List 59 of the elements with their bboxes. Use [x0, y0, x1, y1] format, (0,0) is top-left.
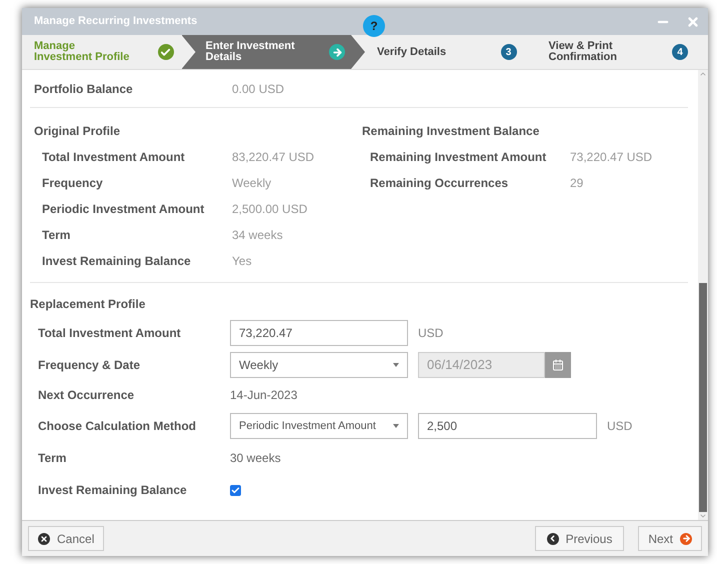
close-icon: [38, 532, 50, 544]
field-label: Next Occurrence: [38, 387, 136, 404]
step-label: Manage Investment Profile: [34, 41, 130, 63]
cancel-button[interactable]: Cancel: [28, 526, 104, 551]
step-label: Verify Details: [377, 46, 448, 58]
step-label: Enter Investment Details: [206, 41, 296, 63]
field-label: Choose Calculation Method: [38, 418, 198, 435]
checkbox[interactable]: [230, 484, 241, 496]
field-value: 14-Jun-2023: [230, 387, 298, 404]
dropdown-arrow-icon: [393, 424, 399, 428]
currency-label: USD: [418, 325, 444, 342]
step-label: View & Print Confirmation: [548, 41, 618, 63]
check-icon: [158, 44, 174, 60]
amount-field[interactable]: 2,500: [418, 413, 597, 439]
step-number: 3: [500, 44, 516, 60]
window-title: Manage Recurring Investments: [34, 14, 198, 30]
field-label: Invest Remaining Balance: [38, 482, 188, 499]
field-label: Term: [38, 450, 68, 467]
field-label: Total Investment Amount: [38, 325, 182, 342]
amount-field[interactable]: 73,220.47: [230, 320, 408, 346]
chevron-left-icon: [546, 532, 559, 544]
field-label: Invest Remaining Balance: [42, 253, 192, 270]
next-button[interactable]: Next: [638, 526, 702, 551]
field-label: Total Investment Amount: [42, 149, 186, 166]
field-label: Periodic Investment Amount: [42, 201, 206, 218]
field-value: Weekly: [232, 175, 272, 192]
scrollbar[interactable]: [698, 70, 708, 520]
arrow-right-icon: [680, 532, 692, 544]
currency-label: USD: [607, 418, 632, 435]
calculation-method-dropdown[interactable]: Periodic Investment Amount: [230, 413, 408, 439]
field-label: Frequency: [42, 175, 104, 192]
field-value: 73,220.47 USD: [570, 149, 652, 166]
field-value: 30 weeks: [230, 450, 281, 467]
field-label: Original Profile: [34, 123, 122, 140]
field-label: Remaining Occurrences: [370, 175, 510, 192]
field-label: Term: [42, 227, 72, 244]
calendar-button[interactable]: [545, 352, 571, 378]
calendar-icon: [552, 359, 564, 371]
step-number: 4: [672, 44, 688, 60]
close-icon[interactable]: [686, 14, 700, 28]
arrow-right-icon: [329, 44, 345, 60]
field-value: 34 weeks: [232, 227, 283, 244]
scroll-up-icon[interactable]: [699, 70, 707, 78]
date-field: 06/14/2023: [418, 352, 545, 378]
previous-button[interactable]: Previous: [534, 526, 624, 551]
dropdown-arrow-icon: [393, 363, 399, 367]
field-value: Yes: [232, 253, 252, 270]
field-value: 83,220.47 USD: [232, 149, 314, 166]
frequency-dropdown[interactable]: Weekly: [230, 352, 408, 378]
field-label: Replacement Profile: [30, 296, 146, 313]
field-label: Remaining Investment Balance: [362, 123, 540, 140]
field-label: Portfolio Balance: [34, 80, 134, 98]
field-label: Frequency & Date: [38, 357, 142, 374]
field-value: 2,500.00 USD: [232, 201, 308, 218]
field-value: 0.00 USD: [232, 80, 284, 98]
help-button[interactable]: ?: [363, 15, 385, 37]
scroll-down-icon[interactable]: [699, 512, 707, 520]
field-label: Remaining Investment Amount: [370, 149, 548, 166]
field-value: 29: [570, 175, 584, 192]
